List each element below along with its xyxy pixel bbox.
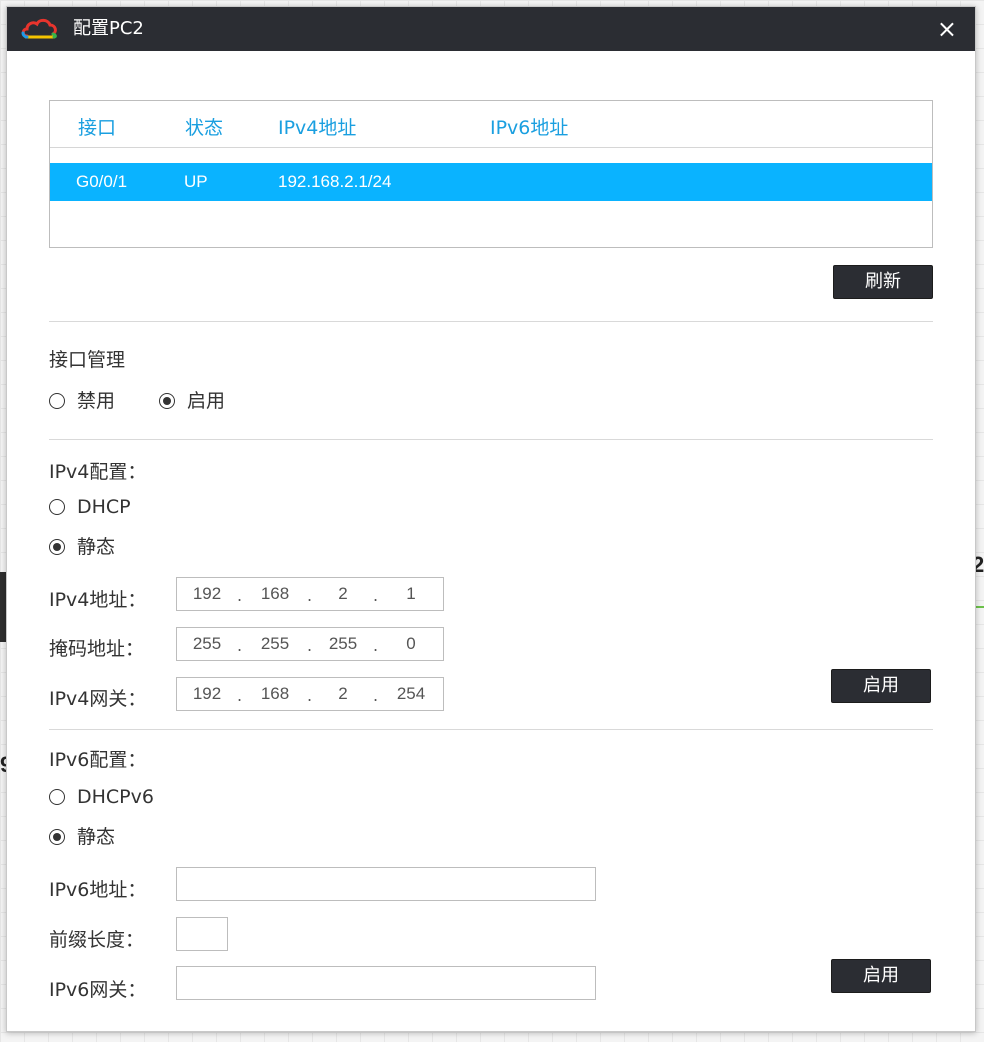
ipv4-dhcp-radio[interactable]: DHCP [49,495,169,519]
octet[interactable]: 0 [389,634,433,654]
ipv6-config-title: IPv6配置： [49,749,147,771]
octet[interactable]: 192 [185,684,229,704]
octet[interactable]: 255 [253,634,297,654]
octet[interactable]: 2 [321,584,365,604]
ipv4-address-label: IPv4地址： [49,589,147,611]
cloud-logo-icon [21,18,57,39]
radio-circle-selected [49,539,65,555]
interface-table: 接口 状态 IPv4地址 IPv6地址 G0/0/1 UP 192.168.2.… [49,100,933,248]
octet[interactable]: 1 [389,584,433,604]
octet[interactable]: 254 [389,684,433,704]
octet-separator: . [237,636,243,655]
config-dialog: 配置PC2 × 接口 状态 IPv4地址 IPv6地址 G0/0/1 UP 19… [6,6,976,1032]
column-header-ipv6: IPv6地址 [490,117,569,139]
octet[interactable]: 168 [253,584,297,604]
octet-separator: . [237,686,243,705]
close-icon[interactable]: × [937,15,957,43]
iface-mgmt-title: 接口管理 [49,349,126,371]
ipv6-dhcp-radio[interactable]: DHCPv6 [49,785,189,809]
radio-circle [49,499,65,515]
ipv4-mask-label: 掩码地址： [49,638,145,660]
ipv4-apply-button[interactable]: 启用 [831,669,931,703]
octet[interactable]: 192 [185,584,229,604]
ipv4-gateway-input[interactable]: 192 . 168 . 2 . 254 [176,677,444,711]
ipv6-address-label: IPv6地址： [49,879,147,901]
ipv6-prefix-label: 前缀长度： [49,929,145,951]
ipv6-address-input[interactable] [176,867,596,901]
divider [49,729,933,730]
ipv6-static-radio[interactable]: 静态 [49,825,169,849]
ipv6-dhcp-label: DHCPv6 [77,786,154,808]
octet-separator: . [373,586,379,605]
cell-interface: G0/0/1 [76,172,128,191]
divider [49,321,933,322]
enable-radio[interactable]: 启用 [159,389,249,413]
ipv4-gateway-label: IPv4网关： [49,688,147,710]
ipv4-static-radio[interactable]: 静态 [49,535,169,559]
refresh-button[interactable]: 刷新 [833,265,933,299]
octet[interactable]: 255 [321,634,365,654]
ipv4-dhcp-label: DHCP [77,496,131,518]
octet[interactable]: 255 [185,634,229,654]
ipv4-config-title: IPv4配置： [49,461,147,483]
column-header-ipv4: IPv4地址 [278,117,357,139]
ipv6-gateway-input[interactable] [176,966,596,1000]
octet[interactable]: 168 [253,684,297,704]
window-title: 配置PC2 [73,18,144,39]
ipv4-static-label: 静态 [77,536,116,558]
ipv6-gateway-label: IPv6网关： [49,979,147,1001]
cell-status: UP [184,172,208,191]
table-header: 接口 状态 IPv4地址 IPv6地址 [50,101,932,148]
octet-separator: . [307,586,313,605]
octet-separator: . [307,636,313,655]
disable-radio[interactable]: 禁用 [49,389,139,413]
column-header-interface: 接口 [78,117,117,139]
radio-circle-selected [49,829,65,845]
radio-circle-selected [159,393,175,409]
table-row[interactable]: G0/0/1 UP 192.168.2.1/24 [50,163,932,201]
background-link-line [976,606,984,608]
octet-separator: . [237,586,243,605]
title-bar[interactable]: 配置PC2 × [7,7,975,51]
disable-radio-label: 禁用 [77,390,116,412]
enable-radio-label: 启用 [187,390,226,412]
octet-separator: . [307,686,313,705]
octet-separator: . [373,636,379,655]
ipv6-static-label: 静态 [77,826,116,848]
column-header-status: 状态 [185,117,224,139]
ipv4-mask-input[interactable]: 255 . 255 . 255 . 0 [176,627,444,661]
octet-separator: . [373,686,379,705]
ipv6-prefix-input[interactable] [176,917,228,951]
ipv4-address-input[interactable]: 192 . 168 . 2 . 1 [176,577,444,611]
radio-circle [49,393,65,409]
cell-ipv4: 192.168.2.1/24 [278,172,392,191]
radio-circle [49,789,65,805]
divider [49,439,933,440]
octet[interactable]: 2 [321,684,365,704]
ipv6-apply-button[interactable]: 启用 [831,959,931,993]
